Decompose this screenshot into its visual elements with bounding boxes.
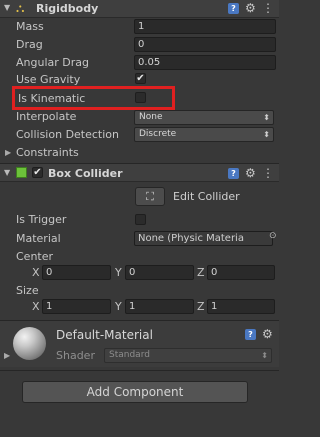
edit-collider-label: Edit Collider — [173, 190, 240, 203]
material-foldout-arrow-icon[interactable]: ▶ — [4, 351, 10, 360]
edit-collider-icon: ⛶ — [146, 189, 154, 203]
rigidbody-header[interactable]: ▼ ⛬ Rigidbody ? ⚙ ⋮ — [0, 0, 279, 18]
help-icon[interactable]: ? — [228, 3, 239, 14]
edit-collider-button[interactable]: ⛶ — [135, 187, 165, 206]
center-x-field[interactable]: 0 — [42, 265, 111, 280]
help-icon[interactable]: ? — [228, 168, 239, 179]
box-collider-header[interactable]: ▼ ✔ Box Collider ? ⚙ ⋮ — [0, 164, 279, 182]
center-z-label: Z — [197, 266, 205, 279]
material-settings-icon[interactable]: ⚙ — [262, 328, 273, 340]
center-label: Center — [16, 250, 54, 263]
drag-label: Drag — [16, 38, 43, 51]
shader-dropdown[interactable]: Standard ⬍ — [104, 348, 272, 363]
center-y-field[interactable]: 0 — [125, 265, 194, 280]
constraints-label[interactable]: Constraints — [16, 146, 79, 159]
size-x-label: X — [32, 300, 40, 313]
size-y-field[interactable]: 1 — [125, 299, 194, 314]
material-name: Default-Material — [56, 328, 153, 342]
is-kinematic-label: Is Kinematic — [18, 92, 86, 105]
interpolate-label: Interpolate — [16, 110, 77, 123]
material-field[interactable]: None (Physic Materia — [134, 231, 273, 246]
mass-field[interactable]: 1 — [134, 19, 276, 34]
use-gravity-checkbox[interactable]: ✔ — [135, 73, 146, 84]
rigidbody-icon: ⛬ — [16, 1, 25, 15]
collision-detection-dropdown[interactable]: Discrete ⬍ — [134, 127, 274, 142]
interpolate-dropdown[interactable]: None ⬍ — [134, 110, 274, 125]
help-icon[interactable]: ? — [245, 329, 256, 340]
dropdown-arrow-icon: ⬍ — [263, 130, 270, 139]
size-y-label: Y — [115, 300, 122, 313]
interpolate-value: None — [139, 112, 163, 122]
use-gravity-label: Use Gravity — [16, 73, 81, 86]
material-label: Material — [16, 232, 61, 245]
is-trigger-checkbox[interactable] — [135, 214, 146, 225]
drag-field[interactable]: 0 — [134, 37, 276, 52]
component-settings-icon[interactable]: ⚙ — [245, 2, 256, 14]
shader-value: Standard — [109, 350, 150, 360]
add-component-label: Add Component — [86, 385, 184, 399]
menu-icon[interactable]: ⋮ — [262, 2, 274, 14]
is-kinematic-checkbox[interactable] — [135, 92, 146, 103]
component-settings-icon[interactable]: ⚙ — [245, 167, 256, 179]
center-x-label: X — [32, 266, 40, 279]
box-collider-enabled-checkbox[interactable]: ✔ — [32, 167, 43, 178]
divider — [0, 370, 279, 371]
is-trigger-label: Is Trigger — [16, 213, 67, 226]
menu-icon[interactable]: ⋮ — [262, 167, 274, 179]
constraints-foldout-arrow-icon[interactable]: ▶ — [5, 148, 11, 157]
size-z-label: Z — [197, 300, 205, 313]
dropdown-arrow-icon: ⬍ — [261, 351, 268, 360]
mass-label: Mass — [16, 20, 44, 33]
center-z-field[interactable]: 0 — [207, 265, 275, 280]
center-y-label: Y — [115, 266, 122, 279]
add-component-button[interactable]: Add Component — [22, 381, 248, 403]
material-section: ▶ Default-Material ? ⚙ Shader Standard ⬍ — [0, 321, 279, 367]
rigidbody-title: Rigidbody — [36, 2, 99, 15]
shader-label: Shader — [56, 349, 95, 362]
angular-drag-field[interactable]: 0.05 — [134, 55, 276, 70]
size-x-field[interactable]: 1 — [42, 299, 111, 314]
dropdown-arrow-icon: ⬍ — [263, 113, 270, 122]
object-picker-icon[interactable]: ⊙ — [269, 231, 277, 241]
collapse-arrow-icon[interactable]: ▼ — [4, 168, 10, 177]
box-collider-icon — [16, 167, 27, 178]
size-label: Size — [16, 284, 39, 297]
material-preview-sphere — [13, 327, 46, 360]
collision-detection-value: Discrete — [139, 129, 177, 139]
collision-detection-label: Collision Detection — [16, 128, 120, 141]
angular-drag-label: Angular Drag — [16, 56, 89, 69]
size-z-field[interactable]: 1 — [207, 299, 275, 314]
box-collider-title: Box Collider — [48, 167, 123, 180]
collapse-arrow-icon[interactable]: ▼ — [4, 3, 10, 12]
